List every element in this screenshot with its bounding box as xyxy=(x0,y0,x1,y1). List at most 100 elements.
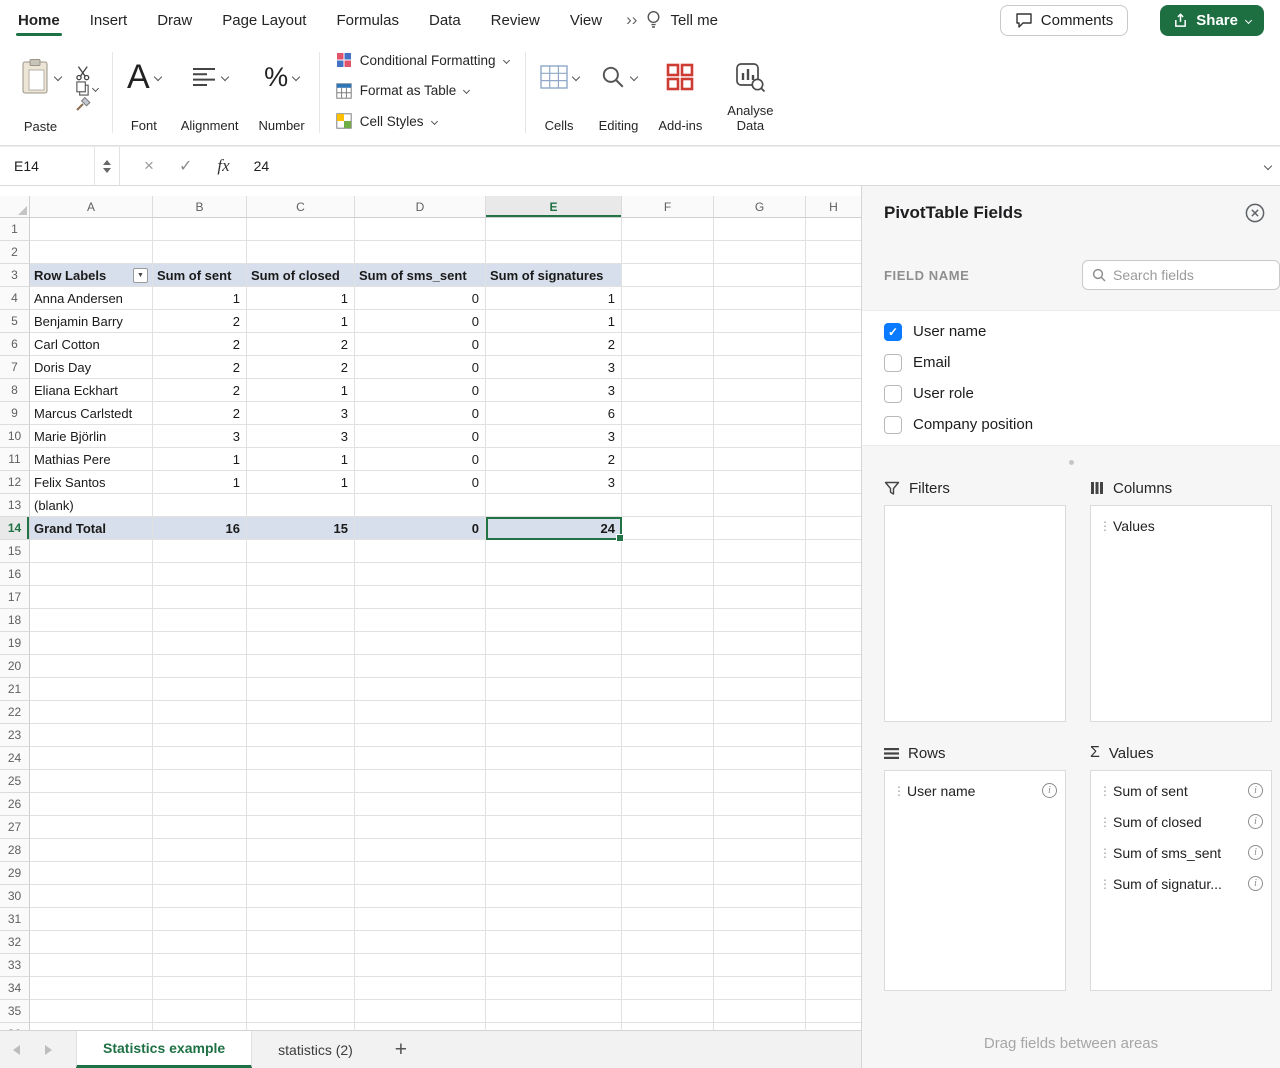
cell-G22[interactable] xyxy=(714,701,806,724)
sheet-nav-right-icon[interactable] xyxy=(32,1031,64,1068)
cell-F2[interactable] xyxy=(622,241,714,264)
cell-D34[interactable] xyxy=(355,977,486,1000)
cell-A4[interactable]: Anna Andersen xyxy=(30,287,153,310)
cell-G4[interactable] xyxy=(714,287,806,310)
cell-F33[interactable] xyxy=(622,954,714,977)
cell-A18[interactable] xyxy=(30,609,153,632)
cell-A16[interactable] xyxy=(30,563,153,586)
cell-G19[interactable] xyxy=(714,632,806,655)
area-item-sum-of-signatur[interactable]: ⋮Sum of signatur...i xyxy=(1094,868,1268,899)
cell-F18[interactable] xyxy=(622,609,714,632)
cell-C22[interactable] xyxy=(247,701,355,724)
cell-A6[interactable]: Carl Cotton xyxy=(30,333,153,356)
row-header-28[interactable]: 28 xyxy=(0,839,30,862)
column-header-H[interactable]: H xyxy=(806,196,861,218)
row-labels-filter-button[interactable]: ▼ xyxy=(133,268,148,283)
cell-F19[interactable] xyxy=(622,632,714,655)
number-button[interactable]: % Number xyxy=(259,44,305,137)
row-header-3[interactable]: 3 xyxy=(0,264,30,287)
cell-H7[interactable] xyxy=(806,356,861,379)
cell-D15[interactable] xyxy=(355,540,486,563)
cell-B35[interactable] xyxy=(153,1000,247,1023)
cell-B34[interactable] xyxy=(153,977,247,1000)
format-as-table-button[interactable]: Format as Table xyxy=(336,83,470,99)
cell-G14[interactable] xyxy=(714,517,806,540)
columns-area-box[interactable]: ⋮Values xyxy=(1090,505,1272,722)
cell-C29[interactable] xyxy=(247,862,355,885)
cell-C35[interactable] xyxy=(247,1000,355,1023)
info-icon[interactable]: i xyxy=(1042,783,1057,798)
cell-B15[interactable] xyxy=(153,540,247,563)
cell-A34[interactable] xyxy=(30,977,153,1000)
cell-G32[interactable] xyxy=(714,931,806,954)
row-header-26[interactable]: 26 xyxy=(0,793,30,816)
cell-B4[interactable]: 1 xyxy=(153,287,247,310)
stepper-up-icon[interactable] xyxy=(103,160,111,165)
row-header-33[interactable]: 33 xyxy=(0,954,30,977)
cell-D36[interactable] xyxy=(355,1023,486,1030)
cell-H8[interactable] xyxy=(806,379,861,402)
cell-D19[interactable] xyxy=(355,632,486,655)
drag-handle-icon[interactable]: ⋮ xyxy=(1099,847,1107,859)
cell-C1[interactable] xyxy=(247,218,355,241)
cell-E18[interactable] xyxy=(486,609,622,632)
cell-A8[interactable]: Eliana Eckhart xyxy=(30,379,153,402)
cell-H12[interactable] xyxy=(806,471,861,494)
cell-B11[interactable]: 1 xyxy=(153,448,247,471)
stepper-down-icon[interactable] xyxy=(103,168,111,173)
row-header-32[interactable]: 32 xyxy=(0,931,30,954)
row-header-35[interactable]: 35 xyxy=(0,1000,30,1023)
copy-icon[interactable] xyxy=(75,81,98,96)
cell-H1[interactable] xyxy=(806,218,861,241)
cell-G2[interactable] xyxy=(714,241,806,264)
row-header-25[interactable]: 25 xyxy=(0,770,30,793)
cell-E11[interactable]: 2 xyxy=(486,448,622,471)
cell-G24[interactable] xyxy=(714,747,806,770)
cell-G8[interactable] xyxy=(714,379,806,402)
cell-D14[interactable]: 0 xyxy=(355,517,486,540)
cell-A30[interactable] xyxy=(30,885,153,908)
cell-H32[interactable] xyxy=(806,931,861,954)
cell-E33[interactable] xyxy=(486,954,622,977)
cell-B16[interactable] xyxy=(153,563,247,586)
cell-E2[interactable] xyxy=(486,241,622,264)
cell-B27[interactable] xyxy=(153,816,247,839)
cell-C21[interactable] xyxy=(247,678,355,701)
cell-A17[interactable] xyxy=(30,586,153,609)
cell-B26[interactable] xyxy=(153,793,247,816)
cancel-entry-icon[interactable]: × xyxy=(144,156,154,176)
cell-F1[interactable] xyxy=(622,218,714,241)
cell-B13[interactable] xyxy=(153,494,247,517)
cell-C28[interactable] xyxy=(247,839,355,862)
cell-H11[interactable] xyxy=(806,448,861,471)
cell-H4[interactable] xyxy=(806,287,861,310)
cell-C3[interactable]: Sum of closed xyxy=(247,264,355,287)
cell-F14[interactable] xyxy=(622,517,714,540)
cell-F24[interactable] xyxy=(622,747,714,770)
cell-G23[interactable] xyxy=(714,724,806,747)
confirm-entry-icon[interactable]: ✓ xyxy=(179,156,192,176)
cell-D35[interactable] xyxy=(355,1000,486,1023)
cell-B19[interactable] xyxy=(153,632,247,655)
cell-B28[interactable] xyxy=(153,839,247,862)
cell-B17[interactable] xyxy=(153,586,247,609)
formula-input[interactable]: 24 xyxy=(254,158,1280,174)
area-item-sum-of-sms-sent[interactable]: ⋮Sum of sms_senti xyxy=(1094,837,1268,868)
cell-F35[interactable] xyxy=(622,1000,714,1023)
cell-B6[interactable]: 2 xyxy=(153,333,247,356)
editing-button[interactable]: Editing xyxy=(599,44,639,137)
cell-C26[interactable] xyxy=(247,793,355,816)
cell-F11[interactable] xyxy=(622,448,714,471)
cell-E36[interactable] xyxy=(486,1023,622,1030)
cell-F8[interactable] xyxy=(622,379,714,402)
cell-C5[interactable]: 1 xyxy=(247,310,355,333)
info-icon[interactable]: i xyxy=(1248,814,1263,829)
cell-H13[interactable] xyxy=(806,494,861,517)
cell-F29[interactable] xyxy=(622,862,714,885)
cell-F28[interactable] xyxy=(622,839,714,862)
cell-E6[interactable]: 2 xyxy=(486,333,622,356)
row-header-20[interactable]: 20 xyxy=(0,655,30,678)
cell-D7[interactable]: 0 xyxy=(355,356,486,379)
cell-E19[interactable] xyxy=(486,632,622,655)
cell-H34[interactable] xyxy=(806,977,861,1000)
